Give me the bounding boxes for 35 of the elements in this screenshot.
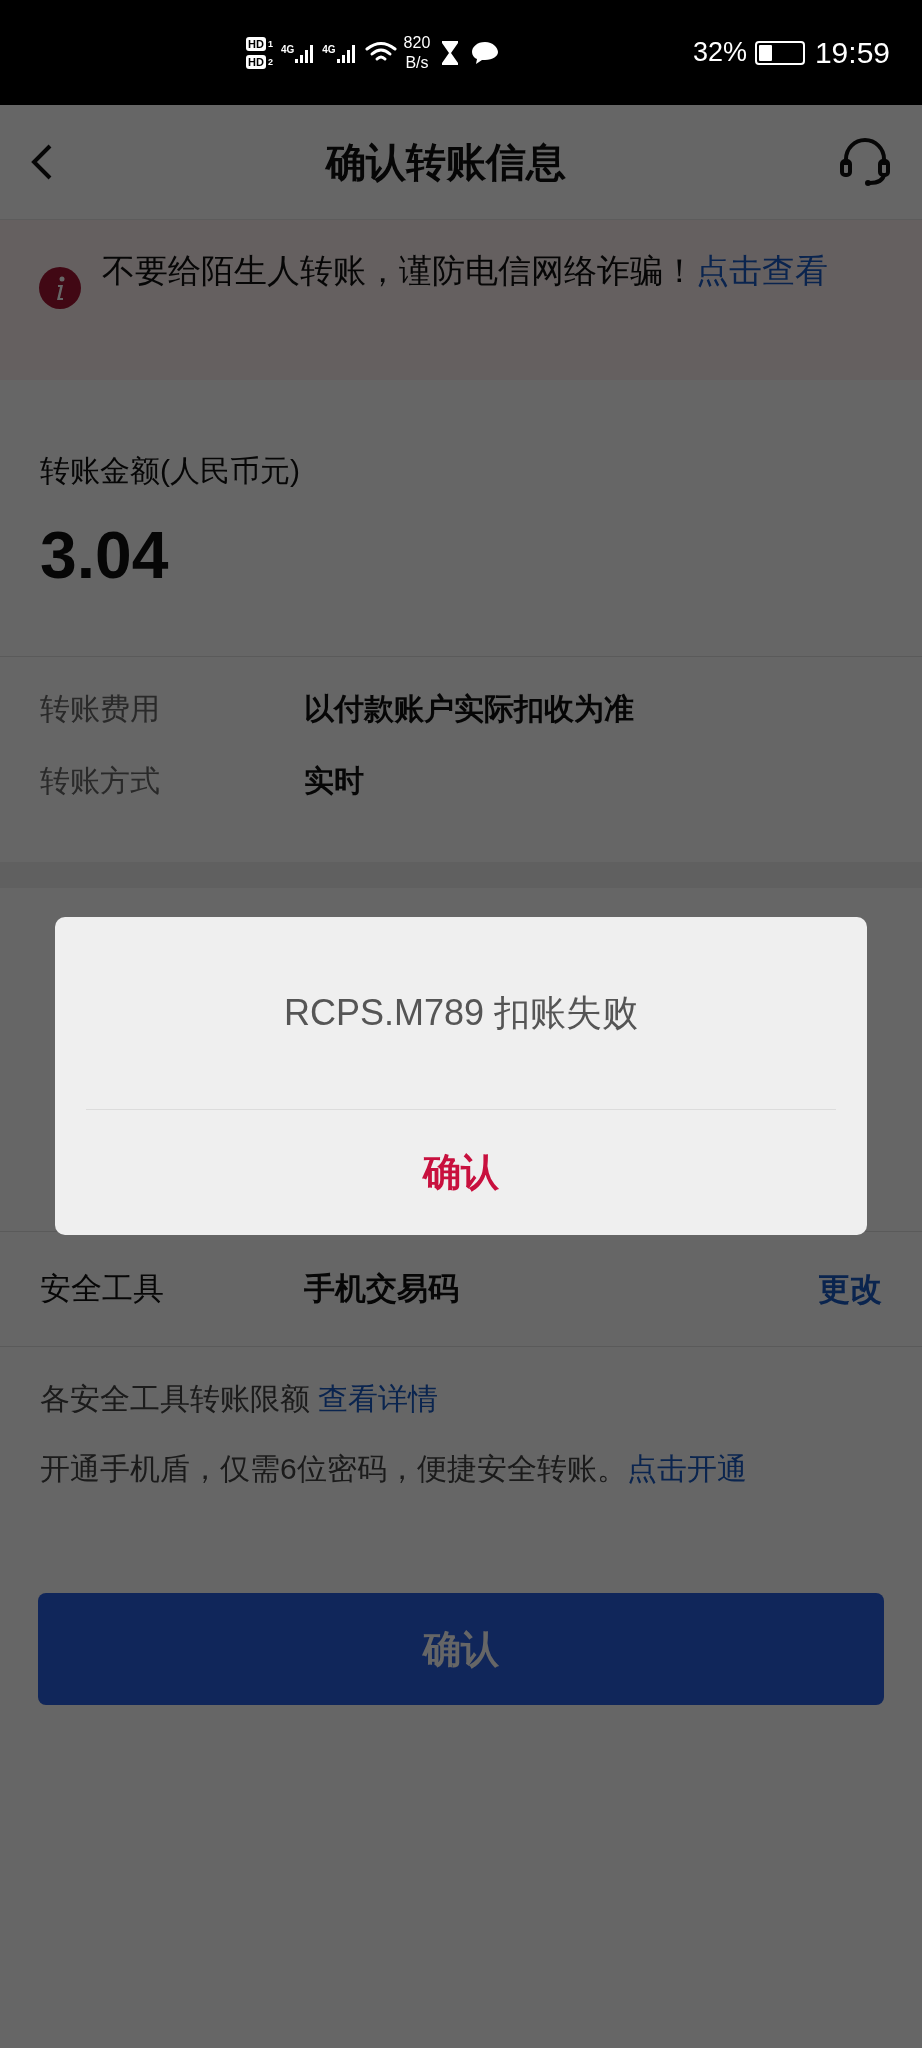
sim-number: 1: [267, 38, 273, 49]
amount-value: 3.04: [40, 517, 169, 594]
dialog-confirm-button[interactable]: 确认: [393, 1110, 529, 1235]
network-label: 4G: [322, 42, 336, 57]
security-label: 安全工具: [40, 1269, 165, 1308]
hd-label: HD: [246, 36, 266, 51]
speed-value: 820: [403, 32, 431, 53]
promo-text: 开通手机盾，仅需6位密码，便捷安全转账。点击开通: [40, 1451, 748, 1487]
dialog-message: RCPS.M789 扣账失败: [283, 991, 639, 1035]
detail-label: 转账费用: [40, 690, 161, 727]
change-button[interactable]: 更改: [818, 1265, 882, 1313]
page-title: 确认转账信息: [326, 140, 566, 184]
back-icon[interactable]: [30, 142, 54, 182]
activate-link[interactable]: 点击开通: [626, 1452, 747, 1485]
security-value: 手机交易码: [304, 1269, 460, 1308]
detail-label: 转账方式: [40, 762, 161, 799]
detail-value: 实时: [304, 762, 364, 799]
detail-value: 以付款账户实际扣收为准: [304, 690, 634, 727]
confirm-button[interactable]: 确认: [38, 1593, 884, 1705]
speed-unit: B/s: [405, 52, 429, 73]
battery-icon: [754, 40, 805, 65]
battery-percent: 32%: [692, 36, 747, 70]
view-link[interactable]: 点击查看: [696, 252, 828, 289]
info-icon: [38, 266, 82, 310]
hd-label: HD: [246, 54, 266, 69]
headset-icon[interactable]: [838, 137, 892, 187]
details-link[interactable]: 查看详情: [318, 1382, 439, 1415]
sim-number: 2: [267, 56, 273, 67]
warning-text: 不要给陌生人转账，谨防电信网络诈骗！点击查看: [102, 251, 828, 291]
hourglass-icon: [440, 39, 461, 66]
amount-label: 转账金额(人民币元): [40, 453, 300, 489]
chat-bubble-icon: [470, 39, 501, 66]
network-label: 4G: [280, 42, 295, 57]
limits-text: 各安全工具转账限额 查看详情: [40, 1381, 440, 1417]
clock: 19:59: [814, 35, 890, 71]
